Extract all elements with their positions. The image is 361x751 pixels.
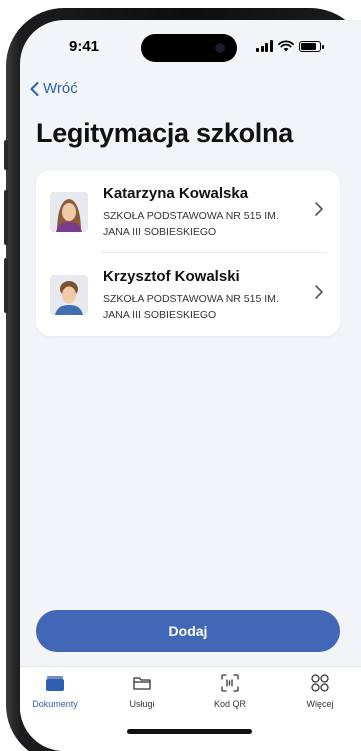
tab-label: Dokumenty (32, 699, 78, 709)
app-screen: 9:41 Wróć Legitymacja szkolna Katarzyna … (20, 20, 361, 751)
stage: 9:41 Wróć Legitymacja szkolna Katarzyna … (0, 0, 361, 751)
student-photo (50, 192, 88, 232)
wifi-icon (277, 40, 294, 52)
back-button[interactable]: Wróć (30, 80, 78, 97)
add-button[interactable]: Dodaj (36, 610, 340, 652)
home-indicator (127, 729, 252, 734)
tab-wiecej[interactable]: Więcej (285, 673, 355, 709)
chevron-left-icon (30, 81, 39, 96)
student-name: Katarzyna Kowalska (103, 185, 249, 202)
students-card: Katarzyna Kowalska SZKOŁA PODSTAWOWA NR … (36, 170, 340, 336)
status-icons (256, 40, 324, 52)
camera-dot (215, 43, 225, 53)
student-name: Krzysztof Kowalski (103, 268, 240, 285)
tab-label: Więcej (306, 699, 334, 709)
qr-scan-icon (221, 674, 239, 692)
status-time: 9:41 (69, 38, 100, 55)
tab-label: Usługi (129, 699, 155, 709)
cellular-signal-icon (256, 40, 273, 52)
grid-icon (311, 674, 329, 692)
tab-uslugi[interactable]: Usługi (107, 673, 177, 709)
school-name: SZKOŁA PODSTAWOWA NR 515 IM. JANA III SO… (103, 293, 279, 321)
school-name: SZKOŁA PODSTAWOWA NR 515 IM. JANA III SO… (103, 210, 279, 238)
tab-dokumenty[interactable]: Dokumenty (20, 673, 90, 709)
student-photo (50, 275, 88, 315)
page-title: Legitymacja szkolna (36, 118, 293, 148)
chevron-right-icon (315, 285, 323, 299)
tab-bar: Dokumenty Usługi Kod QR Więcej (20, 666, 361, 751)
tab-label: Kod QR (213, 699, 246, 709)
tab-kod-qr[interactable]: Kod QR (195, 673, 265, 709)
phone-volume-up (4, 190, 8, 245)
wallet-icon (46, 676, 64, 691)
battery-icon (298, 40, 324, 52)
folder-icon (133, 677, 151, 690)
student-row-krzysztof[interactable]: Krzysztof Kowalski SZKOŁA PODSTAWOWA NR … (36, 253, 340, 336)
back-label: Wróć (43, 80, 78, 97)
student-row-katarzyna[interactable]: Katarzyna Kowalska SZKOŁA PODSTAWOWA NR … (36, 170, 340, 253)
chevron-right-icon (315, 202, 323, 216)
phone-volume-down (4, 258, 8, 313)
phone-silent-switch (4, 140, 8, 170)
dynamic-island (141, 34, 237, 62)
